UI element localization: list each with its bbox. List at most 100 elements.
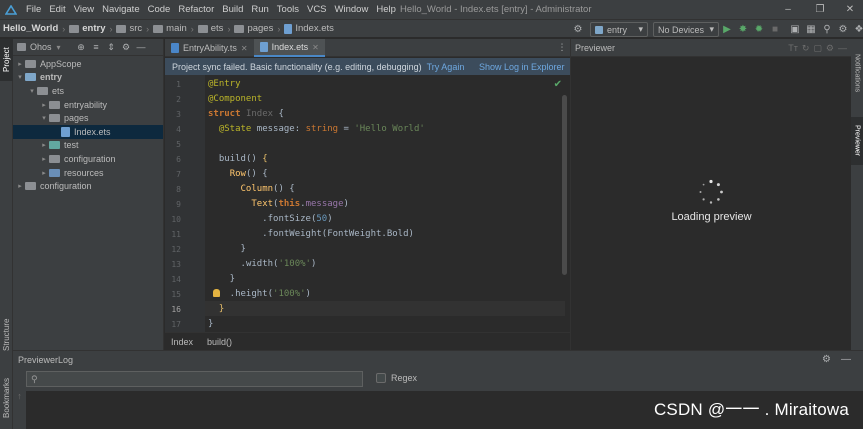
breadcrumb-project[interactable]: Hello_World: [0, 23, 61, 34]
maximize-icon[interactable]: ❐: [806, 0, 834, 19]
code-editor[interactable]: 1 2 3 4 5 6 7 8 9 10 11 12 13 14 15 16 1…: [165, 75, 570, 332]
gear-icon[interactable]: ⚙: [822, 354, 831, 365]
menu-vcs[interactable]: VCS: [303, 0, 331, 19]
minimize-icon[interactable]: –: [774, 0, 802, 19]
menu-build[interactable]: Build: [218, 0, 247, 19]
try-again-link[interactable]: Try Again: [427, 62, 465, 72]
menu-tools[interactable]: Tools: [273, 0, 303, 19]
code-line: @State message: string = 'Hello World': [218, 124, 425, 134]
hide-icon[interactable]: —: [841, 354, 851, 365]
tree-item-entry[interactable]: ▾ entry: [13, 71, 163, 85]
folder-icon: [49, 100, 60, 109]
regex-checkbox[interactable]: [376, 373, 386, 383]
editor-scrollbar[interactable]: [562, 95, 567, 275]
tree-item-index-ets[interactable]: Index.ets: [13, 124, 163, 139]
lightbulb-icon[interactable]: [213, 289, 220, 297]
menu-view[interactable]: View: [70, 0, 98, 19]
breadcrumb-build[interactable]: build(): [207, 337, 232, 347]
chevron-right-icon: ▸: [42, 142, 46, 150]
device-manager-icon[interactable]: ▣: [787, 20, 803, 39]
menu-window[interactable]: Window: [331, 0, 373, 19]
tab-previewer[interactable]: Previewer: [851, 117, 863, 165]
refresh-icon[interactable]: ↻: [802, 43, 810, 54]
line-number: 14: [171, 275, 181, 284]
menu-code[interactable]: Code: [144, 0, 175, 19]
show-log-link[interactable]: Show Log in Explorer: [479, 62, 565, 72]
tab-entryability-ts[interactable]: EntryAbility.ts ✕: [165, 39, 254, 57]
regex-option[interactable]: Regex: [376, 373, 417, 383]
tree-item-ets[interactable]: ▾ ets: [13, 84, 163, 98]
tree-item-configuration-root[interactable]: ▸ configuration: [13, 179, 163, 193]
breadcrumb-main[interactable]: main: [150, 23, 190, 34]
chevron-down-icon: ▾: [709, 24, 714, 34]
font-icon[interactable]: Tт: [788, 43, 798, 53]
module-folder-icon: [25, 73, 36, 82]
code-line: }: [218, 304, 225, 314]
stop-icon[interactable]: ■: [767, 20, 783, 39]
tab-index-ets[interactable]: Index.ets ✕: [253, 39, 325, 57]
previewer-log-title: PreviewerLog: [18, 354, 74, 365]
gear-icon[interactable]: ⚙: [826, 43, 834, 54]
breadcrumb-pages[interactable]: pages: [231, 23, 276, 34]
profile-icon[interactable]: ✹: [751, 20, 767, 39]
menu-edit[interactable]: Edit: [45, 0, 69, 19]
debug-icon[interactable]: ✸: [735, 20, 751, 39]
tree-item-resources[interactable]: ▸ resources: [13, 166, 163, 180]
test-folder-icon: [49, 141, 60, 150]
resources-folder-icon: [49, 168, 60, 177]
breadcrumb-src[interactable]: src: [113, 23, 145, 34]
line-number: 15: [171, 290, 181, 299]
breadcrumb-index[interactable]: Index: [171, 337, 193, 347]
tree-item-entryability[interactable]: ▸ entryability: [13, 98, 163, 112]
collapse-all-icon[interactable]: ≡: [90, 40, 103, 55]
gear-icon[interactable]: ⚙: [120, 40, 133, 55]
log-search-input[interactable]: [41, 374, 342, 384]
multi-device-icon[interactable]: ▢: [813, 43, 822, 54]
editor-tabs: EntryAbility.ts ✕ Index.ets ✕ ⋮: [165, 39, 570, 57]
tab-project[interactable]: Project: [0, 39, 13, 81]
menu-navigate[interactable]: Navigate: [98, 0, 144, 19]
hide-icon[interactable]: —: [135, 40, 148, 55]
more-icon[interactable]: ⋮: [554, 39, 570, 56]
code-line: Row() {: [229, 169, 268, 179]
hammer-icon[interactable]: ⚙: [570, 20, 586, 39]
tab-bookmarks[interactable]: Bookmarks: [0, 373, 13, 423]
expand-all-icon[interactable]: ⇕: [105, 40, 118, 55]
tree-item-pages[interactable]: ▾ pages: [13, 111, 163, 125]
close-tab-icon[interactable]: ✕: [312, 43, 319, 52]
search-icon[interactable]: ⚲: [819, 20, 835, 39]
hide-icon[interactable]: —: [838, 43, 847, 53]
run-config-select[interactable]: entry ▾: [590, 22, 648, 37]
settings-icon[interactable]: ⚙: [835, 20, 851, 39]
check-icon: ✔: [553, 79, 562, 90]
project-view-select[interactable]: Ohos: [30, 42, 52, 52]
close-window-icon[interactable]: ✕: [836, 0, 863, 19]
device-select[interactable]: No Devices ▾: [653, 22, 719, 37]
log-scroll-up-icon[interactable]: ↑: [13, 391, 26, 429]
plugin-icon[interactable]: ❖: [851, 20, 863, 39]
folder-icon: [37, 86, 48, 95]
menu-help[interactable]: Help: [372, 0, 400, 19]
line-number: 5: [176, 140, 181, 149]
menu-file[interactable]: File: [22, 0, 45, 19]
tab-notifications[interactable]: Notifications: [851, 43, 863, 103]
breadcrumb-index-ets[interactable]: Index.ets: [281, 23, 337, 34]
tree-item-test[interactable]: ▸ test: [13, 139, 163, 153]
run-config-value: entry: [607, 24, 628, 35]
tree-item-appscope[interactable]: ▸ AppScope: [13, 57, 163, 71]
sdk-manager-icon[interactable]: ▦: [803, 20, 819, 39]
code-line: .height('100%'): [208, 289, 311, 299]
line-number: 10: [171, 215, 181, 224]
run-icon[interactable]: ▶: [719, 20, 735, 39]
menu-run[interactable]: Run: [247, 0, 272, 19]
breadcrumb-entry[interactable]: entry: [66, 23, 108, 34]
window-title: Hello_World - Index.ets [entry] - Admini…: [400, 4, 592, 15]
tab-structure[interactable]: Structure: [0, 311, 13, 359]
close-tab-icon[interactable]: ✕: [241, 44, 248, 53]
locate-icon[interactable]: ⊕: [75, 40, 88, 55]
breadcrumb-ets[interactable]: ets: [195, 23, 227, 34]
menu-refactor[interactable]: Refactor: [174, 0, 218, 19]
project-tree: ▸ AppScope ▾ entry ▾ ets ▸ entryability …: [13, 56, 163, 193]
tree-item-configuration[interactable]: ▸ configuration: [13, 152, 163, 166]
log-search-box[interactable]: ⚲: [26, 371, 363, 387]
